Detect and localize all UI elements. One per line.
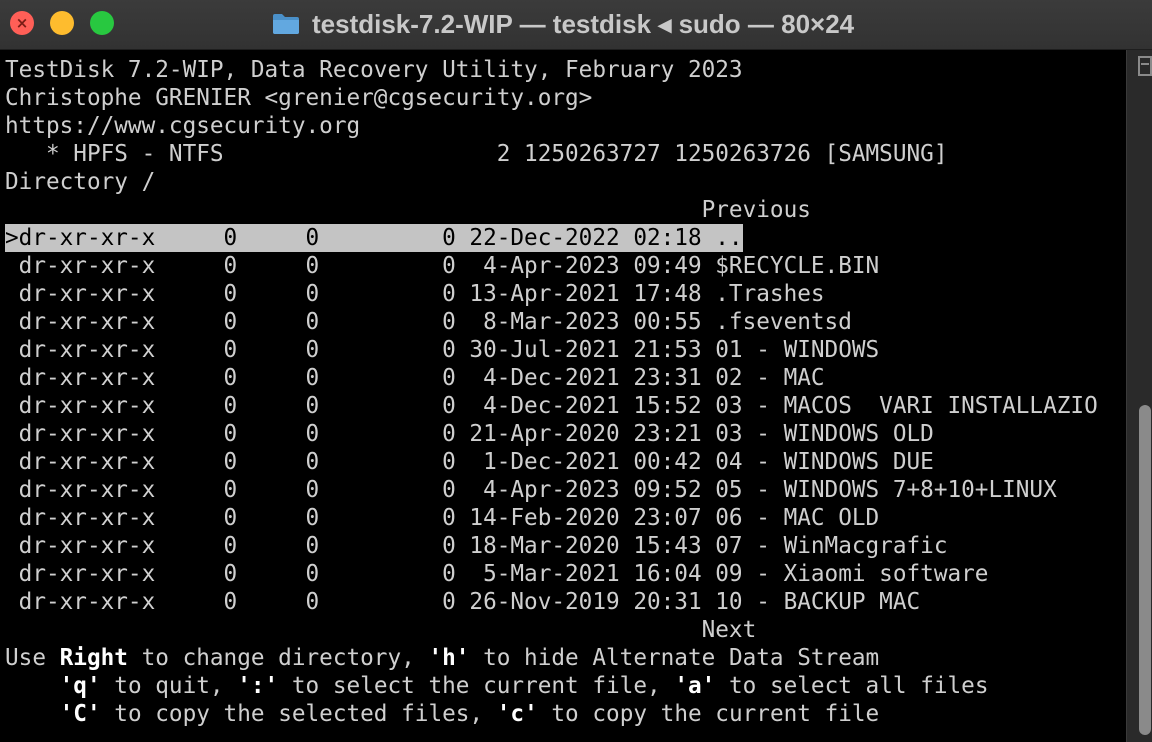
file-row[interactable]: dr-xr-xr-x 0 0 0 5-Mar-2021 16:04 09 - X…: [5, 560, 989, 588]
maximize-window-button[interactable]: [90, 11, 114, 35]
help-text: Use: [5, 645, 60, 671]
scrollbar-thumb[interactable]: [1139, 405, 1151, 735]
window-title: testdisk-7.2-WIP — testdisk ◂ sudo — 80×…: [312, 8, 855, 39]
help-text: [5, 701, 60, 727]
file-row[interactable]: dr-xr-xr-x 0 0 0 26-Nov-2019 20:31 10 - …: [5, 588, 921, 616]
file-row[interactable]: dr-xr-xr-x 0 0 0 8-Mar-2023 00:55 .fseve…: [5, 308, 852, 336]
help-line-3: 'C' to copy the selected files, 'c' to c…: [5, 700, 880, 728]
next-page-label[interactable]: Next: [5, 616, 757, 644]
minimize-window-button[interactable]: [50, 11, 74, 35]
help-text: to select the current file,: [278, 673, 675, 699]
help-text: to quit,: [100, 673, 238, 699]
file-row[interactable]: dr-xr-xr-x 0 0 0 13-Apr-2021 17:48 .Tras…: [5, 280, 825, 308]
help-line-2: 'q' to quit, ':' to select the current f…: [5, 672, 989, 700]
help-text: to change directory,: [127, 645, 429, 671]
directory-path: Directory /: [5, 169, 156, 195]
help-key: 'c': [496, 701, 538, 727]
file-row[interactable]: dr-xr-xr-x 0 0 0 14-Feb-2020 23:07 06 - …: [5, 504, 880, 532]
file-row[interactable]: dr-xr-xr-x 0 0 0 4-Dec-2021 23:31 02 - M…: [5, 364, 825, 392]
file-row[interactable]: dr-xr-xr-x 0 0 0 18-Mar-2020 15:43 07 - …: [5, 532, 948, 560]
file-row[interactable]: dr-xr-xr-x 0 0 0 4-Apr-2023 09:52 05 - W…: [5, 476, 1057, 504]
header-line-author: Christophe GRENIER <grenier@cgsecurity.o…: [5, 85, 593, 111]
close-window-button[interactable]: ×: [10, 11, 34, 35]
help-text: [5, 673, 60, 699]
file-row[interactable]: dr-xr-xr-x 0 0 0 4-Apr-2023 09:49 $RECYC…: [5, 252, 880, 280]
help-text: to hide Alternate Data Stream: [469, 645, 880, 671]
file-row[interactable]: dr-xr-xr-x 0 0 0 4-Dec-2021 15:52 03 - M…: [5, 392, 1098, 420]
help-key: Right: [59, 645, 128, 671]
help-key: 'h': [428, 645, 470, 671]
window-title-area: testdisk-7.2-WIP — testdisk ◂ sudo — 80×…: [272, 8, 854, 40]
terminal-scrollbar[interactable]: [1126, 50, 1152, 742]
previous-page-label[interactable]: Previous: [5, 196, 811, 224]
split-pane-icon[interactable]: [1138, 56, 1152, 76]
file-row[interactable]: dr-xr-xr-x 0 0 0 1-Dec-2021 00:42 04 - W…: [5, 448, 934, 476]
help-text: to copy the current file: [537, 701, 880, 727]
help-key: ':': [237, 673, 279, 699]
file-row-selected[interactable]: >dr-xr-xr-x 0 0 0 22-Dec-2022 02:18 ..: [5, 224, 743, 252]
close-icon: ×: [15, 14, 29, 32]
help-line-1: Use Right to change directory, 'h' to hi…: [5, 644, 879, 672]
header-line-url: https://www.cgsecurity.org: [5, 113, 361, 139]
folder-icon: [272, 13, 300, 35]
help-key: 'q': [59, 673, 101, 699]
terminal-content[interactable]: TestDisk 7.2-WIP, Data Recovery Utility,…: [0, 56, 1126, 736]
help-text: to select all files: [715, 673, 989, 699]
window-titlebar: × testdisk-7.2-WIP — testdisk ◂ sudo — 8…: [0, 0, 1152, 50]
partition-line: * HPFS - NTFS 2 1250263727 1250263726 [S…: [5, 141, 948, 167]
help-text: to copy the selected files,: [100, 701, 497, 727]
header-line-app: TestDisk 7.2-WIP, Data Recovery Utility,…: [5, 57, 743, 83]
file-row[interactable]: dr-xr-xr-x 0 0 0 21-Apr-2020 23:21 03 - …: [5, 420, 934, 448]
file-row[interactable]: dr-xr-xr-x 0 0 0 30-Jul-2021 21:53 01 - …: [5, 336, 880, 364]
help-key: 'C': [59, 701, 101, 727]
help-key: 'a': [674, 673, 716, 699]
